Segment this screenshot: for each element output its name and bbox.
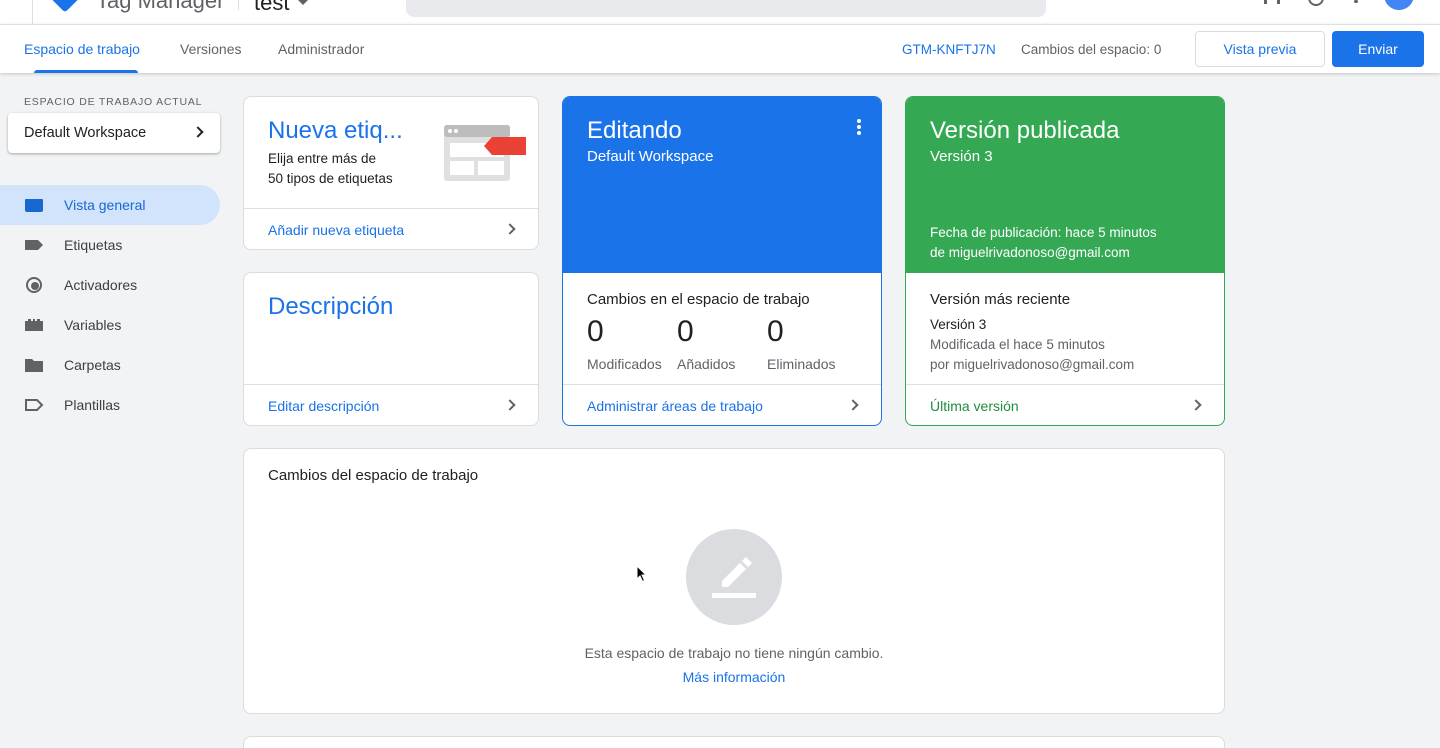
latest-version-author: por miguelrivadonoso@gmail.com [930,357,1135,372]
workspace-changes-title: Cambios en el espacio de trabajo [587,291,810,308]
caret-down-icon[interactable] [298,0,308,5]
more-vert-icon[interactable] [1354,0,1358,3]
manage-workspaces-link[interactable]: Administrar áreas de trabajo [563,384,881,425]
tag-illustration-icon [444,125,526,181]
publish-author: de miguelrivadonoso@gmail.com [930,245,1130,260]
chevron-right-icon [192,126,204,138]
folder-icon [25,359,43,372]
add-new-tag-link[interactable]: Añadir nueva etiqueta [244,208,538,249]
editing-card: Editando Default Workspace Cambios en el… [562,96,882,426]
sidebar-item-label: Activadores [64,277,138,293]
description-card: Descripción Editar descripción [243,272,539,426]
sidebar-item-templates[interactable]: Plantillas [0,385,220,425]
workspace-nav: Espacio de trabajo Versiones Administrad… [0,24,1440,73]
sidebar-item-label: Plantillas [64,397,121,413]
app-bar: Tag Manager test [0,0,1440,24]
manage-workspaces-label: Administrar áreas de trabajo [587,398,763,414]
latest-version-label: Última versión [930,398,1019,414]
latest-version-title: Versión más reciente [930,291,1071,308]
new-tag-description: Elija entre más de 50 tipos de etiquetas [268,149,428,189]
chevron-right-icon [504,399,516,411]
sidebar-item-triggers[interactable]: Activadores [0,265,220,305]
current-workspace-label: ESPACIO DE TRABAJO ACTUAL [24,96,203,108]
workspace-changes-card: Cambios del espacio de trabajo Esta espa… [243,448,1225,714]
chevron-right-icon [504,223,516,235]
appbar-divider [238,0,239,10]
menu-divider [32,0,33,24]
tab-workspace[interactable]: Espacio de trabajo [24,41,140,57]
latest-version-link[interactable]: Última versión [906,384,1224,425]
container-selector[interactable]: test [254,0,289,16]
next-card [243,736,1225,748]
editing-workspace-name: Default Workspace [587,148,714,165]
sidebar-item-folders[interactable]: Carpetas [0,345,220,385]
published-version-number: Versión 3 [930,148,993,165]
new-tag-desc-line2: 50 tipos de etiquetas [268,171,393,186]
apps-icon[interactable] [1264,0,1280,4]
empty-state-illustration [686,529,782,625]
product-name: Tag Manager [96,0,225,13]
sidebar-item-label: Etiquetas [64,237,123,253]
description-title: Descripción [268,293,394,320]
more-vert-icon[interactable] [857,119,861,135]
submit-button[interactable]: Enviar [1332,31,1424,67]
editing-header: Editando Default Workspace [563,97,881,273]
latest-version-modified: Modificada el hace 5 minutos [930,337,1105,352]
learn-more-link[interactable]: Más información [244,669,1224,685]
added-label: Añadidos [677,356,736,372]
avatar[interactable] [1384,0,1414,10]
publish-date: Fecha de publicación: hace 5 minutos [930,225,1157,240]
tag-icon [25,240,43,250]
modified-label: Modificados [587,356,662,372]
overview-icon [25,199,43,212]
new-tag-title[interactable]: Nueva etiq... [268,117,403,145]
template-icon [25,399,44,411]
sidebar-item-variables[interactable]: Variables [0,305,220,345]
edit-pencil-icon [712,557,756,598]
tab-admin[interactable]: Administrador [278,41,364,57]
sidebar-item-label: Vista general [64,197,146,213]
new-tag-desc-line1: Elija entre más de [268,151,377,166]
workspace-changes-card-title: Cambios del espacio de trabajo [268,467,479,484]
active-tab-indicator [34,70,138,73]
published-title: Versión publicada [930,117,1120,144]
deleted-count: 0 [767,315,784,348]
chevron-right-icon [847,399,859,411]
container-id[interactable]: GTM-KNFTJ7N [902,42,996,57]
variables-icon [25,319,43,331]
sidebar-item-label: Carpetas [64,357,121,373]
workspace-changes-count: Cambios del espacio: 0 [1021,42,1162,57]
edit-description-label: Editar descripción [268,398,380,414]
sidebar-item-overview[interactable]: Vista general [0,185,220,225]
deleted-label: Eliminados [767,356,836,372]
editing-title: Editando [587,117,682,144]
empty-state-text: Esta espacio de trabajo no tiene ningún … [584,645,884,661]
published-header: Versión publicada Versión 3 Fecha de pub… [906,97,1224,273]
added-count: 0 [677,315,694,348]
modified-count: 0 [587,315,604,348]
published-version-card: Versión publicada Versión 3 Fecha de pub… [905,96,1225,426]
workspace-name: Default Workspace [24,125,147,141]
sidebar-item-tags[interactable]: Etiquetas [0,225,220,265]
gtm-logo-icon[interactable] [49,0,81,13]
preview-button[interactable]: Vista previa [1195,31,1325,67]
sidebar-item-label: Variables [64,317,122,333]
mouse-cursor-icon [636,565,648,583]
edit-description-link[interactable]: Editar descripción [244,384,538,425]
new-tag-card[interactable]: Nueva etiq... Elija entre más de 50 tipo… [243,96,539,250]
help-icon[interactable] [1308,0,1324,6]
trigger-icon [26,277,42,293]
chevron-right-icon [1190,399,1202,411]
latest-version-number: Versión 3 [930,317,987,332]
workspace-selector[interactable]: Default Workspace [8,113,220,153]
search-input[interactable] [406,0,1046,17]
tab-versions[interactable]: Versiones [180,41,241,57]
add-new-tag-label: Añadir nueva etiqueta [268,222,405,238]
